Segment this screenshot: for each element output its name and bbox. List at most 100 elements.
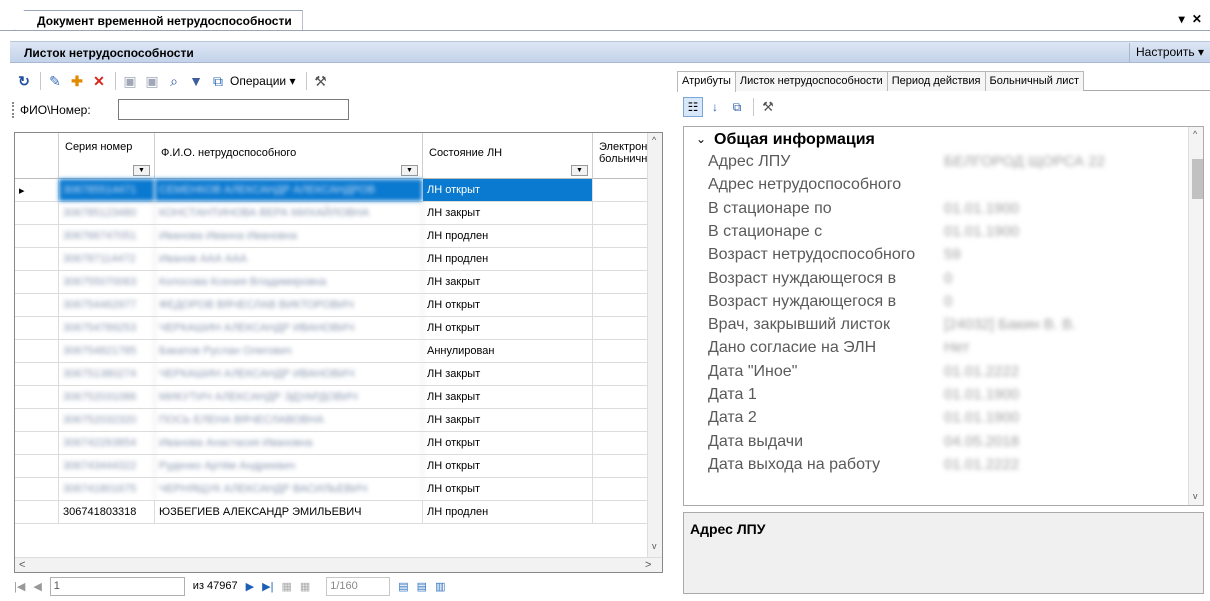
scroll-thumb[interactable] bbox=[1192, 159, 1203, 199]
name-cell: Руденко Артём Андреевич bbox=[155, 455, 423, 477]
table-row[interactable]: 306754821785 Бакатов Руслан Олегович Аннул… bbox=[15, 340, 649, 363]
series-cell: 306752031086 bbox=[59, 386, 155, 408]
property-name: В стационаре по bbox=[708, 199, 832, 217]
name-cell: ФЕДОРОВ ВЯЧЕСЛАВ ВИКТОРОВИЧ bbox=[155, 294, 423, 316]
settings-icon[interactable]: ⚒ bbox=[311, 71, 331, 91]
property-name: Адрес ЛПУ bbox=[708, 153, 791, 170]
table-row[interactable]: 306754789253 ЧЕРКАШИН АЛЕКСАНДР ИВАНОВИЧ Л… bbox=[15, 317, 649, 340]
table-row[interactable]: 306741801675 ЧЕРНЯЩУК АЛЕКСАНДР ВАСИЛЬЕВИ… bbox=[15, 478, 649, 501]
property-row[interactable]: Дата 2 01.01.1900 bbox=[684, 407, 1188, 430]
table-row[interactable]: 306752031086 МИКУТИЧ АЛЕКСАНДР ЭДУАРДОВИЧ… bbox=[15, 386, 649, 409]
property-row[interactable]: Дата "Иное" 01.01.2222 bbox=[684, 361, 1188, 384]
delete-icon[interactable]: ✕ bbox=[89, 71, 109, 91]
property-row[interactable]: Дата выдачи 04.05.2018 bbox=[684, 431, 1188, 454]
property-row[interactable]: В стационаре по 01.01.1900 bbox=[684, 198, 1188, 221]
page-number-input[interactable]: 1 bbox=[49, 576, 185, 596]
last-page-icon[interactable]: ▶| bbox=[262, 580, 273, 593]
page-icon[interactable]: ▦ bbox=[281, 580, 291, 593]
property-row[interactable]: Дата выхода на работу 01.01.2222 bbox=[684, 454, 1188, 477]
property-row[interactable]: Возраст нуждающегося в 0 bbox=[684, 268, 1188, 291]
electronic-cell bbox=[593, 317, 649, 339]
property-name: Адрес нетрудоспособного bbox=[708, 176, 902, 194]
window-controls[interactable]: ▾ ✕ bbox=[1179, 12, 1204, 26]
search-label: ФИО\Номер: bbox=[20, 103, 91, 117]
table-row[interactable]: 306787114472 Иванов ААА ААА ЛН продлен bbox=[15, 248, 649, 271]
electronic-cell bbox=[593, 409, 649, 431]
print-icon[interactable]: ▤ bbox=[417, 580, 427, 593]
configure-button[interactable]: Настроить ▾ bbox=[1129, 43, 1210, 62]
operations-menu[interactable]: Операции ▾ bbox=[230, 74, 296, 88]
search-input[interactable] bbox=[118, 99, 349, 120]
pages-icon[interactable]: ⧉ bbox=[727, 97, 747, 117]
table-row[interactable]: 306785123480 КОНСТАНТИНОВА ВЕРА МИХАЙЛОВН… bbox=[15, 202, 649, 225]
property-row[interactable]: Возраст нуждающегося в 0 bbox=[684, 291, 1188, 314]
property-row[interactable]: Адрес нетрудоспособного bbox=[684, 174, 1188, 197]
columns-icon[interactable]: ▥ bbox=[435, 580, 445, 593]
edit-icon[interactable]: ✎ bbox=[45, 71, 65, 91]
property-name: Дата выхода на работу bbox=[708, 455, 881, 473]
find-icon[interactable]: ⌕ bbox=[164, 71, 184, 91]
next-page-icon[interactable]: ▶ bbox=[246, 580, 254, 593]
row-indicator bbox=[15, 248, 59, 270]
chevron-down-icon[interactable]: ⌄ bbox=[696, 132, 706, 146]
state-cell: ЛН открыт bbox=[423, 455, 593, 477]
table-row[interactable]: 306743444322 Руденко Артём Андреевич ЛН от… bbox=[15, 455, 649, 478]
save-icon[interactable]: ▣ bbox=[120, 71, 140, 91]
splitter[interactable] bbox=[670, 64, 677, 601]
filter-dropdown-icon[interactable]: ▼ bbox=[401, 165, 418, 176]
operations-icon[interactable]: ⧉ bbox=[208, 71, 228, 91]
property-scrollbar[interactable]: ^ v bbox=[1188, 127, 1203, 505]
tab-hospital-sheet[interactable]: Больничный лист bbox=[984, 71, 1084, 91]
document-tab[interactable]: Документ временной нетрудоспособности bbox=[14, 10, 303, 31]
property-toolbar: ☷ ↓ ⧉ ⚒ bbox=[683, 96, 780, 118]
state-cell: ЛН продлен bbox=[423, 248, 593, 270]
category-row[interactable]: ⌄ Общая информация bbox=[684, 127, 1188, 151]
settings-icon[interactable]: ⚒ bbox=[758, 97, 778, 117]
column-state[interactable]: Состояние ЛН ▼ bbox=[423, 133, 593, 179]
sort-alpha-icon[interactable]: ↓ bbox=[705, 97, 725, 117]
property-row[interactable]: Врач, закрывший листок [24032] Бакин В. В… bbox=[684, 314, 1188, 337]
property-value: Нет bbox=[944, 339, 970, 357]
prev-page-icon[interactable]: ◀ bbox=[33, 580, 41, 593]
property-value: 01.01.1900 bbox=[944, 222, 1020, 240]
name-cell: ЧЕРНЯЩУК АЛЕКСАНДР ВАСИЛЬЕВИЧ bbox=[155, 478, 423, 500]
table-row[interactable]: 306754462977 ФЕДОРОВ ВЯЧЕСЛАВ ВИКТОРОВИЧ Л… bbox=[15, 294, 649, 317]
search-row: ФИО\Номер: bbox=[10, 98, 670, 122]
property-row[interactable]: Возраст нетрудоспособного 59 bbox=[684, 244, 1188, 267]
property-row[interactable]: Дано согласие на ЭЛН Нет bbox=[684, 337, 1188, 360]
add-icon[interactable]: ✚ bbox=[67, 71, 87, 91]
table-row[interactable]: 306741803318 ЮЗБЕГИЕВ АЛЕКСАНДР ЭМИЛЬЕВИЧ… bbox=[15, 501, 649, 524]
filter-icon[interactable]: ▼ bbox=[186, 71, 206, 91]
table-row[interactable]: 306742263854 Иванова Анастасия Ивановна ЛН… bbox=[15, 432, 649, 455]
property-row[interactable]: В стационаре с 01.01.1900 bbox=[684, 221, 1188, 244]
table-row[interactable]: 306755070063 Колосова Ксения Владимировна… bbox=[15, 271, 649, 294]
export-icon[interactable]: ▤ bbox=[398, 580, 408, 593]
refresh-icon[interactable]: ↻ bbox=[14, 71, 34, 91]
table-row[interactable]: ▸ 306785514471 СЕМЕНКОВ АЛЕКСАНДР АЛЕКСАНД… bbox=[15, 179, 649, 202]
grid-horizontal-scrollbar[interactable]: < > bbox=[15, 557, 662, 572]
description-panel: Адрес ЛПУ bbox=[683, 512, 1204, 594]
property-value: 01.01.1900 bbox=[944, 386, 1020, 403]
column-name[interactable]: Ф.И.О. нетрудоспособного ▼ bbox=[155, 133, 423, 179]
page-icon[interactable]: ▦ bbox=[300, 580, 310, 593]
row-indicator bbox=[15, 363, 59, 385]
tab-sick-leave[interactable]: Листок нетрудоспособности bbox=[734, 71, 888, 91]
filter-dropdown-icon[interactable]: ▼ bbox=[133, 165, 150, 176]
first-page-icon[interactable]: |◀ bbox=[14, 580, 25, 593]
state-cell: ЛН продлен bbox=[423, 225, 593, 247]
row-indicator-header bbox=[15, 133, 59, 179]
table-row[interactable]: 306751380274 ЧЕРКАШИН АЛЕКСАНДР ИВАНОВИЧ Л… bbox=[15, 363, 649, 386]
table-row[interactable]: 306766747051 Иванова Иванна Ивановна ЛН пр… bbox=[15, 225, 649, 248]
column-electronic[interactable]: Электронный больничный bbox=[593, 133, 649, 179]
column-series[interactable]: Серия номер ▼ bbox=[59, 133, 155, 179]
save-all-icon[interactable]: ▣ bbox=[142, 71, 162, 91]
tab-period[interactable]: Период действия bbox=[886, 71, 986, 91]
filter-dropdown-icon[interactable]: ▼ bbox=[571, 165, 588, 176]
table-row[interactable]: 306752032320 ПОСЬ ЕЛЕНА ВЯЧЕСЛАВОВНА ЛН за… bbox=[15, 409, 649, 432]
property-row[interactable]: Адрес ЛПУ БЕЛГОРОД ЩОРСА 22 bbox=[684, 151, 1188, 174]
categorized-icon[interactable]: ☷ bbox=[683, 97, 703, 117]
property-row[interactable]: Дата 1 01.01.1900 bbox=[684, 384, 1188, 407]
tab-attributes[interactable]: Атрибуты bbox=[677, 71, 736, 92]
grid-vertical-scrollbar[interactable]: ^ v bbox=[647, 133, 662, 557]
series-cell: 306785123480 bbox=[59, 202, 155, 224]
